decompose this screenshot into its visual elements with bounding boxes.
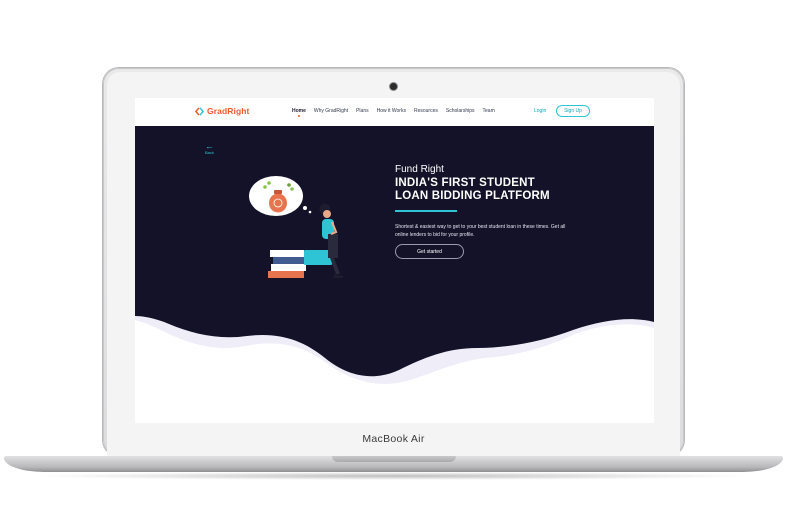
- arrow-left-icon: ←: [205, 141, 214, 151]
- site-navbar: GradRight Home Why GradRight Plans How i…: [135, 98, 654, 126]
- nav-item-scholarships[interactable]: Scholarships: [446, 108, 475, 114]
- gradright-logo-icon: [195, 106, 204, 116]
- primary-nav: Home Why GradRight Plans How it Works Re…: [292, 108, 495, 117]
- login-link[interactable]: Login: [534, 108, 546, 114]
- hero-headline: INDIA'S FIRST STUDENT LOAN BIDDING PLATF…: [395, 177, 595, 203]
- hero-section: ← Back Fund Right INDIA'S FIRST STUDENT …: [135, 126, 654, 423]
- headline-divider: [395, 210, 457, 212]
- logo[interactable]: GradRight: [195, 106, 249, 116]
- browser-screen: GradRight Home Why GradRight Plans How i…: [135, 98, 654, 423]
- get-started-button[interactable]: Get started: [395, 244, 464, 259]
- hero-description: Shortest & easiest way to get to your be…: [395, 224, 566, 238]
- nav-item-plans[interactable]: Plans: [356, 108, 369, 114]
- nav-item-why-gradright[interactable]: Why GradRight: [314, 108, 348, 114]
- headline-line-1: INDIA'S FIRST STUDENT: [395, 177, 535, 189]
- nav-item-how-it-works[interactable]: How it Works: [377, 108, 406, 114]
- laptop-brand-label: MacBook Air: [362, 433, 425, 445]
- nav-item-team[interactable]: Team: [483, 108, 495, 114]
- headline-line-2: LOAN BIDDING PLATFORM: [395, 190, 550, 202]
- nav-item-home[interactable]: Home: [292, 108, 306, 117]
- hero-eyebrow: Fund Right: [395, 164, 444, 175]
- webcam-icon: [390, 83, 397, 90]
- back-label: Back: [205, 150, 214, 155]
- logo-text: GradRight: [207, 106, 250, 116]
- laptop-notch: [332, 456, 456, 462]
- back-button[interactable]: ← Back: [205, 141, 221, 156]
- laptop-shadow: [30, 472, 757, 480]
- signup-button[interactable]: Sign Up: [556, 105, 590, 117]
- student-illustration: [249, 176, 343, 278]
- nav-item-resources[interactable]: Resources: [414, 108, 438, 114]
